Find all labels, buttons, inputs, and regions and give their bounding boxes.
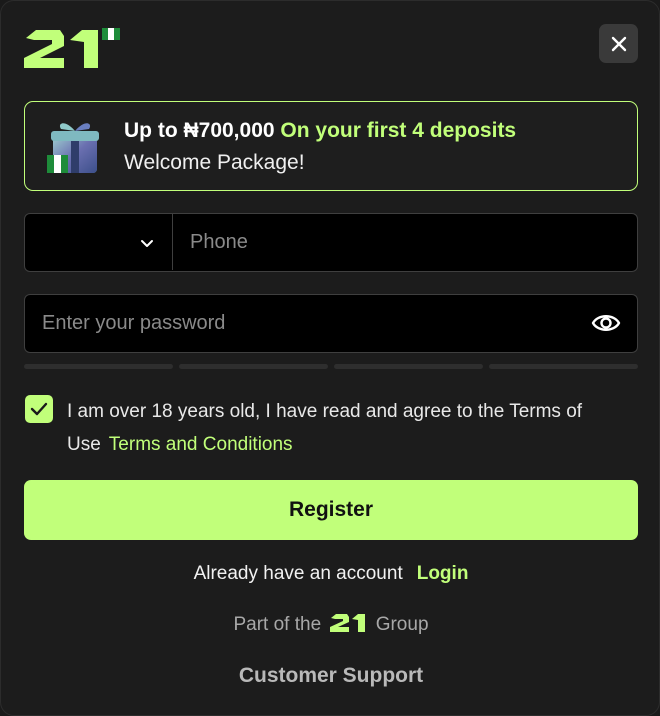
registration-modal: Up to ₦700,000 On your first 4 deposits …: [0, 0, 660, 716]
terms-checkbox[interactable]: [25, 395, 53, 423]
register-button[interactable]: Register: [24, 480, 638, 540]
password-input[interactable]: [25, 295, 575, 351]
strength-segment: [24, 364, 173, 369]
checkmark-icon: [30, 402, 48, 416]
nigeria-flag-icon: [102, 28, 120, 40]
brand-logo: [24, 28, 120, 68]
terms-label: I am over 18 years old, I have read and …: [67, 395, 627, 461]
promo-banner: Up to ₦700,000 On your first 4 deposits …: [24, 101, 638, 191]
strength-segment: [334, 364, 483, 369]
group-logo-icon: [330, 614, 366, 632]
login-prompt: Already have an account: [193, 563, 403, 584]
chevron-down-icon: [141, 240, 153, 247]
promo-subtitle: Welcome Package!: [124, 151, 305, 174]
eye-icon[interactable]: [591, 311, 621, 335]
promo-highlight: On your first 4 deposits: [280, 119, 517, 142]
login-link[interactable]: Login: [417, 563, 469, 584]
terms-link[interactable]: Terms and Conditions: [109, 434, 293, 455]
close-icon: [611, 36, 626, 51]
group-line: Part of the Group: [1, 613, 660, 636]
gift-icon: [47, 123, 99, 173]
phone-field-group: [24, 213, 638, 272]
login-prompt-line: Already have an account Login: [1, 563, 660, 585]
group-suffix: Group: [375, 614, 429, 635]
phone-input[interactable]: [174, 214, 636, 270]
promo-headline: Up to ₦700,000 On your first 4 deposits: [124, 119, 516, 143]
country-code-select[interactable]: [25, 214, 173, 270]
password-strength-meter: [24, 364, 638, 370]
customer-support-link[interactable]: Customer Support: [1, 664, 660, 688]
strength-segment: [489, 364, 638, 369]
password-field-group: [24, 294, 638, 353]
close-button[interactable]: [599, 24, 638, 63]
promo-amount: Up to ₦700,000: [124, 119, 275, 142]
strength-segment: [179, 364, 328, 369]
group-prefix: Part of the: [233, 614, 322, 635]
